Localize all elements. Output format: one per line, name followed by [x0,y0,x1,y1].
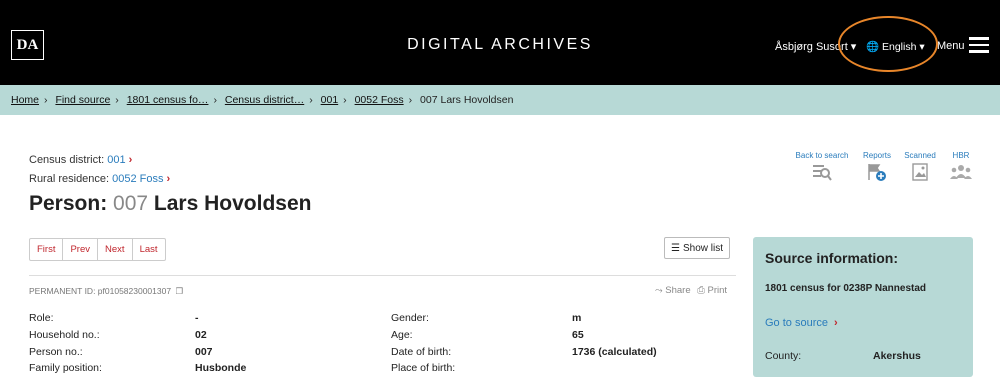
people-group-icon [950,165,972,179]
breadcrumb-001[interactable]: 001 [321,94,339,106]
go-to-source-link[interactable]: Go to source › [765,317,838,329]
date-of-birth-value: 1736 (calculated) [572,346,657,358]
rural-residence-line: Rural residence: 0052 Foss › [29,173,170,185]
census-district-line: Census district: 001 › [29,154,132,166]
breadcrumb-census-district[interactable]: Census district… [225,94,304,106]
chevron-right-icon: › [44,94,48,106]
breadcrumb-bar: Home › Find source › 1801 census fo… › Cens… [0,85,1000,115]
gender-label: Gender: [391,312,429,324]
age-value: 65 [572,329,584,341]
last-button[interactable]: Last [133,239,165,260]
list-icon: ☰ [671,242,680,254]
chevron-right-icon: › [213,94,217,106]
person-number: 007 [113,192,149,215]
share-print: ⤳ Share ⎙ Print [655,285,727,296]
chevron-right-icon: › [128,154,133,166]
next-button[interactable]: Next [98,239,133,260]
breadcrumb-current: 007 Lars Hovoldsen [420,94,514,106]
flag-plus-icon [868,164,886,181]
person-name: Lars Hovoldsen [153,192,312,215]
annotation-circle [838,16,938,72]
chevron-right-icon: › [343,94,347,106]
county-label: County: [765,350,802,362]
rural-residence-link[interactable]: 0052 Foss [112,173,163,185]
menu-label[interactable]: Menu [937,40,965,52]
chevron-right-icon: › [166,173,171,185]
share-icon: ⤳ [655,285,663,296]
go-to-source-label: Go to source [765,317,828,329]
permanent-id: PERMANENT ID: pf01058230001307 ❐ [29,286,183,297]
date-of-birth-label: Date of birth: [391,346,452,358]
person-no-value: 007 [195,346,213,358]
rural-residence-label: Rural residence: [29,173,110,185]
first-button[interactable]: First [30,239,64,260]
hbr-label: HBR [952,151,970,160]
print-label: Print [707,285,728,296]
place-of-birth-label: Place of birth: [391,362,456,374]
census-district-label: Census district: [29,154,105,166]
reports-button[interactable]: Reports [859,151,895,183]
top-bar: DA DIGITAL ARCHIVES Åsbjørg Susort ▾ 🌐 E… [0,0,1000,85]
chevron-right-icon: › [833,317,838,329]
county-value: Akershus [873,350,921,362]
breadcrumb-home[interactable]: Home [11,94,39,106]
census-district-link[interactable]: 001 [107,154,125,166]
title-prefix: Person: [29,192,108,215]
permanent-id-text: PERMANENT ID: pf01058230001307 [29,286,172,296]
page-title: Person: 007 Lars Hovoldsen [29,192,311,216]
person-no-label: Person no.: [29,346,83,358]
hamburger-menu-icon[interactable] [969,37,989,57]
prev-button[interactable]: Prev [63,239,99,260]
pager: First Prev Next Last [29,238,166,261]
divider [29,275,736,276]
household-no-label: Household no.: [29,329,100,341]
share-button[interactable]: ⤳ Share [655,285,691,296]
scanned-label: Scanned [904,151,936,160]
image-icon [912,163,928,181]
scanned-button[interactable]: Scanned [902,151,938,183]
show-list-label: Show list [682,242,723,254]
role-label: Role: [29,312,54,324]
household-no-value: 02 [195,329,207,341]
chevron-right-icon: › [309,94,313,106]
breadcrumb-foss[interactable]: 0052 Foss [355,94,404,106]
family-position-value: Husbonde [195,362,247,374]
show-list-button[interactable]: ☰ Show list [664,237,730,259]
source-information-title: Source information: [765,250,899,266]
printer-icon: ⎙ [697,285,705,296]
source-information-panel: Source information: 1801 census for 0238… [753,237,973,377]
gender-value: m [572,312,582,324]
breadcrumb-census[interactable]: 1801 census fo… [127,94,209,106]
age-label: Age: [391,329,413,341]
back-to-search-label: Back to search [795,151,849,160]
hbr-button[interactable]: HBR [948,151,974,183]
chevron-right-icon: › [408,94,413,106]
breadcrumb-find-source[interactable]: Find source [55,94,110,106]
back-to-search-button[interactable]: Back to search [793,151,851,183]
user-name: Åsbjørg Susort [775,41,848,53]
share-label: Share [665,285,691,296]
print-button[interactable]: ⎙ Print [697,285,727,296]
chevron-right-icon: › [115,94,119,106]
role-value: - [195,312,199,324]
family-position-label: Family position: [29,362,102,374]
copy-icon[interactable]: ❐ [175,286,183,296]
search-list-icon [813,165,832,181]
source-census-name: 1801 census for 0238P Nannestad [765,283,927,294]
reports-label: Reports [862,151,891,160]
breadcrumb: Home › Find source › 1801 census fo… › Cens… [11,94,513,106]
